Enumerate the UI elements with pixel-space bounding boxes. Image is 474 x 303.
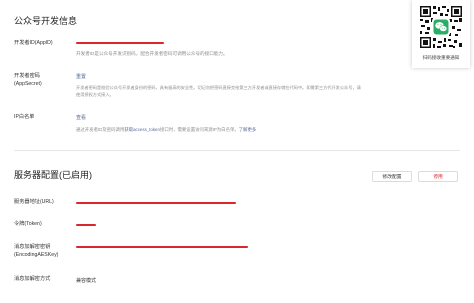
appid-label: 开发者ID(AppID) — [14, 40, 53, 46]
aeskey-redacted — [76, 245, 248, 248]
appsecret-desc-line1: 开发者密码是校验公众号开发者身份的密码，具有极高的安全性。切记勿把密码直接交给第… — [76, 85, 361, 90]
server-url-label: 服务器地址(URL) — [14, 199, 54, 205]
qr-code — [419, 5, 463, 49]
aeskey-label: 消息加解密密钥 — [14, 244, 51, 250]
appsecret-label: 开发者密码 — [14, 73, 40, 79]
qr-caption: 扫码接收重要通知 — [422, 55, 460, 60]
ip-desc-prefix: 通过开发者ID及密码调用 — [76, 127, 125, 132]
qr-code-graphic — [419, 5, 463, 49]
server-url-redacted — [76, 201, 236, 204]
qr-notify-panel: 扫码接收重要通知 — [412, 0, 470, 68]
server-config-title: 服务器配置(已启用) — [14, 170, 92, 180]
encrypt-mode-label: 消息加解密方式 — [14, 276, 51, 282]
modify-config-button[interactable]: 修改配置 — [372, 171, 412, 182]
appid-desc: 开发者ID是公众号开发识别码，配合开发者密码可调用公众号的接口能力。 — [76, 51, 228, 56]
reset-secret-link[interactable]: 重置 — [76, 73, 86, 80]
disable-button[interactable]: 停用 — [418, 171, 458, 182]
section-divider — [14, 150, 460, 151]
appsecret-label-en: (AppSecret) — [14, 81, 42, 87]
token-label: 令牌(Token) — [14, 221, 42, 227]
ip-whitelist-desc: 通过开发者ID及密码调用获取access_token接口时，需要设置访问来源IP… — [76, 127, 256, 134]
wechat-logo-icon — [433, 19, 449, 35]
ip-whitelist-label: IP白名单 — [14, 114, 35, 120]
access-token-link[interactable]: 获取access_token — [124, 127, 160, 132]
token-redacted — [76, 223, 96, 226]
aeskey-label-en: (EncodingAESKey) — [14, 252, 59, 258]
view-whitelist-link[interactable]: 查看 — [76, 114, 86, 121]
appsecret-desc-line2: 使用授权方式接入。 — [76, 92, 114, 97]
ip-desc-middle: 接口时，需要设置访问来源IP为白名单。 — [159, 127, 239, 132]
encrypt-mode-value: 兼容模式 — [76, 278, 97, 284]
dev-info-title: 公众号开发信息 — [14, 16, 78, 26]
learn-more-link[interactable]: 了解更多 — [239, 127, 257, 132]
appid-value-redacted — [76, 41, 164, 44]
